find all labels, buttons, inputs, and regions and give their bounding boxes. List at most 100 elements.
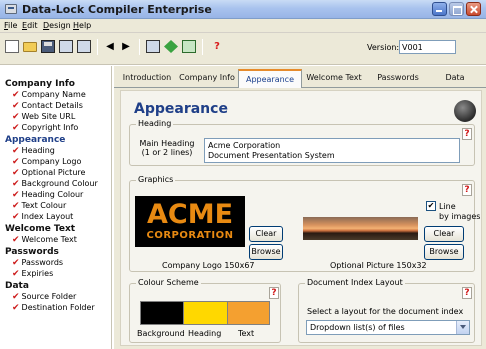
logo-clear-button[interactable]: Clear	[249, 226, 283, 242]
document-index-layout-group-label: Document Index Layout	[305, 278, 405, 287]
toolbar: ◀ ▶ ? Version:	[0, 33, 486, 65]
appearance-panel: Appearance Heading Main Heading (1 or 2 …	[120, 90, 482, 346]
main-heading-label: Main Heading (1 or 2 lines)	[139, 139, 195, 157]
heading-colour-swatch[interactable]	[183, 301, 228, 325]
menu-file[interactable]: File	[4, 21, 17, 30]
check-icon: ✔	[12, 235, 20, 245]
optional-picture-image	[303, 217, 418, 240]
panel-logo-icon	[454, 100, 476, 122]
picture-browse-button[interactable]: Browse	[424, 244, 464, 260]
new-document-icon[interactable]	[5, 40, 19, 53]
menu-bar: File Edit Design Help	[0, 19, 486, 33]
background-colour-swatch[interactable]	[140, 301, 184, 325]
colour-scheme-group-label: Colour Scheme	[136, 278, 201, 287]
maximize-button[interactable]	[449, 2, 464, 16]
heading-group: Heading Main Heading (1 or 2 lines) Acme…	[129, 119, 475, 166]
save-icon[interactable]	[41, 40, 55, 53]
compile-diamond-icon[interactable]	[164, 40, 178, 53]
tab-introduction[interactable]: Introduction	[118, 69, 176, 88]
sidebar-item-passwords[interactable]: ✔ Passwords	[12, 258, 63, 268]
picture-clear-button[interactable]: Clear	[424, 226, 464, 242]
graphics-help-icon[interactable]: ?	[462, 184, 472, 196]
index-layout-help-icon[interactable]: ?	[462, 287, 472, 299]
tab-welcome-text[interactable]: Welcome Text	[303, 69, 365, 88]
sidebar-group-appearance[interactable]: Appearance	[5, 135, 65, 145]
tab-strip: Introduction Company Info Appearance Wel…	[114, 66, 486, 88]
company-logo-image: ACME CORPORATION	[135, 196, 245, 247]
colour-scheme-group: Colour Scheme Background Heading Text ?	[129, 278, 281, 343]
back-arrow-icon[interactable]: ◀	[103, 40, 117, 53]
tab-passwords[interactable]: Passwords	[367, 69, 429, 88]
sidebar-item-text-colour[interactable]: ✔ Text Colour	[12, 201, 66, 211]
sidebar-item-destination-folder[interactable]: ✔ Destination Folder	[12, 303, 95, 313]
sidebar-item-index-layout[interactable]: ✔ Index Layout	[12, 212, 73, 222]
index-layout-select[interactable]: Dropdown list(s) of files	[306, 320, 470, 335]
window-icon[interactable]	[146, 40, 160, 53]
save-all-icon[interactable]	[59, 40, 73, 53]
heading-help-icon[interactable]: ?	[462, 128, 472, 140]
logo-text-acme: ACME	[146, 199, 234, 230]
colour-scheme-help-icon[interactable]: ?	[269, 287, 279, 299]
sidebar-item-optional-picture[interactable]: ✔ Optional Picture	[12, 168, 85, 178]
app-icon	[5, 4, 17, 14]
tab-data[interactable]: Data	[432, 69, 478, 88]
export-icon[interactable]	[182, 40, 196, 53]
index-layout-selected-value: Dropdown list(s) of files	[310, 323, 405, 332]
tab-appearance[interactable]: Appearance	[238, 69, 302, 88]
menu-help[interactable]: Help	[73, 21, 91, 30]
sidebar-group-passwords[interactable]: Passwords	[5, 247, 59, 257]
sidebar-item-welcome-text[interactable]: ✔ Welcome Text	[12, 235, 77, 245]
text-swatch-label: Text	[238, 329, 255, 338]
sidebar-item-company-logo[interactable]: ✔ Company Logo	[12, 157, 81, 167]
check-icon: ✔	[12, 123, 20, 133]
graphics-group-label: Graphics	[136, 175, 176, 184]
check-icon: ✔	[12, 212, 20, 222]
main-content: Introduction Company Info Appearance Wel…	[114, 66, 486, 349]
sidebar-group-data[interactable]: Data	[5, 281, 29, 291]
sidebar-item-copyright-info[interactable]: ✔ Copyright Info	[12, 123, 78, 133]
heading-swatch-label: Heading	[188, 329, 222, 338]
graphics-group: Graphics ACME CORPORATION Clear Browse C…	[129, 175, 481, 272]
sidebar-item-background-colour[interactable]: ✔ Background Colour	[12, 179, 98, 189]
logo-browse-button[interactable]: Browse	[249, 244, 283, 260]
version-input[interactable]	[399, 40, 456, 54]
sidebar-group-welcome-text[interactable]: Welcome Text	[5, 224, 75, 234]
sidebar-group-company-info[interactable]: Company Info	[5, 79, 75, 89]
sidebar-item-contact-details[interactable]: ✔ Contact Details	[12, 101, 83, 111]
check-icon: ✔	[12, 157, 20, 167]
chevron-down-icon[interactable]	[456, 321, 469, 334]
main-heading-textarea[interactable]: Acme Corporation Document Presentation S…	[204, 138, 460, 163]
version-label: Version:	[367, 43, 400, 52]
check-icon: ✔	[12, 101, 20, 111]
forward-arrow-icon[interactable]: ▶	[119, 40, 133, 53]
heading-group-label: Heading	[136, 119, 174, 128]
menu-design[interactable]: Design	[43, 21, 71, 30]
check-icon: ✔	[12, 303, 20, 313]
line-by-images-label: Line by images	[439, 202, 481, 221]
check-icon: ✔	[12, 179, 20, 189]
tab-company-info[interactable]: Company Info	[178, 69, 236, 88]
check-icon: ✔	[12, 90, 20, 100]
sidebar-item-source-folder[interactable]: ✔ Source Folder	[12, 292, 76, 302]
check-icon: ✔	[12, 190, 20, 200]
title-bar: Data-Lock Compiler Enterprise	[0, 0, 486, 19]
open-folder-icon[interactable]	[23, 42, 37, 52]
check-icon: ✔	[12, 269, 20, 279]
document-index-layout-group: Document Index Layout Select a layout fo…	[298, 278, 475, 343]
sidebar-item-web-site-url[interactable]: ✔ Web Site URL	[12, 112, 75, 122]
text-colour-swatch[interactable]	[227, 301, 270, 325]
help-icon[interactable]: ?	[210, 40, 224, 53]
close-button[interactable]	[466, 2, 481, 16]
sidebar-item-heading-colour[interactable]: ✔ Heading Colour	[12, 190, 83, 200]
toolbar-separator	[202, 39, 203, 55]
sidebar-item-company-name[interactable]: ✔ Company Name	[12, 90, 86, 100]
sidebar-item-heading[interactable]: ✔ Heading	[12, 146, 55, 156]
sidebar-item-expiries[interactable]: ✔ Expiries	[12, 269, 53, 279]
company-logo-caption: Company Logo 150x67	[162, 261, 255, 270]
preview-icon[interactable]	[77, 40, 91, 53]
menu-edit[interactable]: Edit	[22, 21, 38, 30]
index-layout-prompt: Select a layout for the document index	[307, 307, 464, 316]
toolbar-separator	[139, 39, 140, 55]
check-icon: ✔	[12, 292, 20, 302]
minimize-button[interactable]	[432, 2, 447, 16]
